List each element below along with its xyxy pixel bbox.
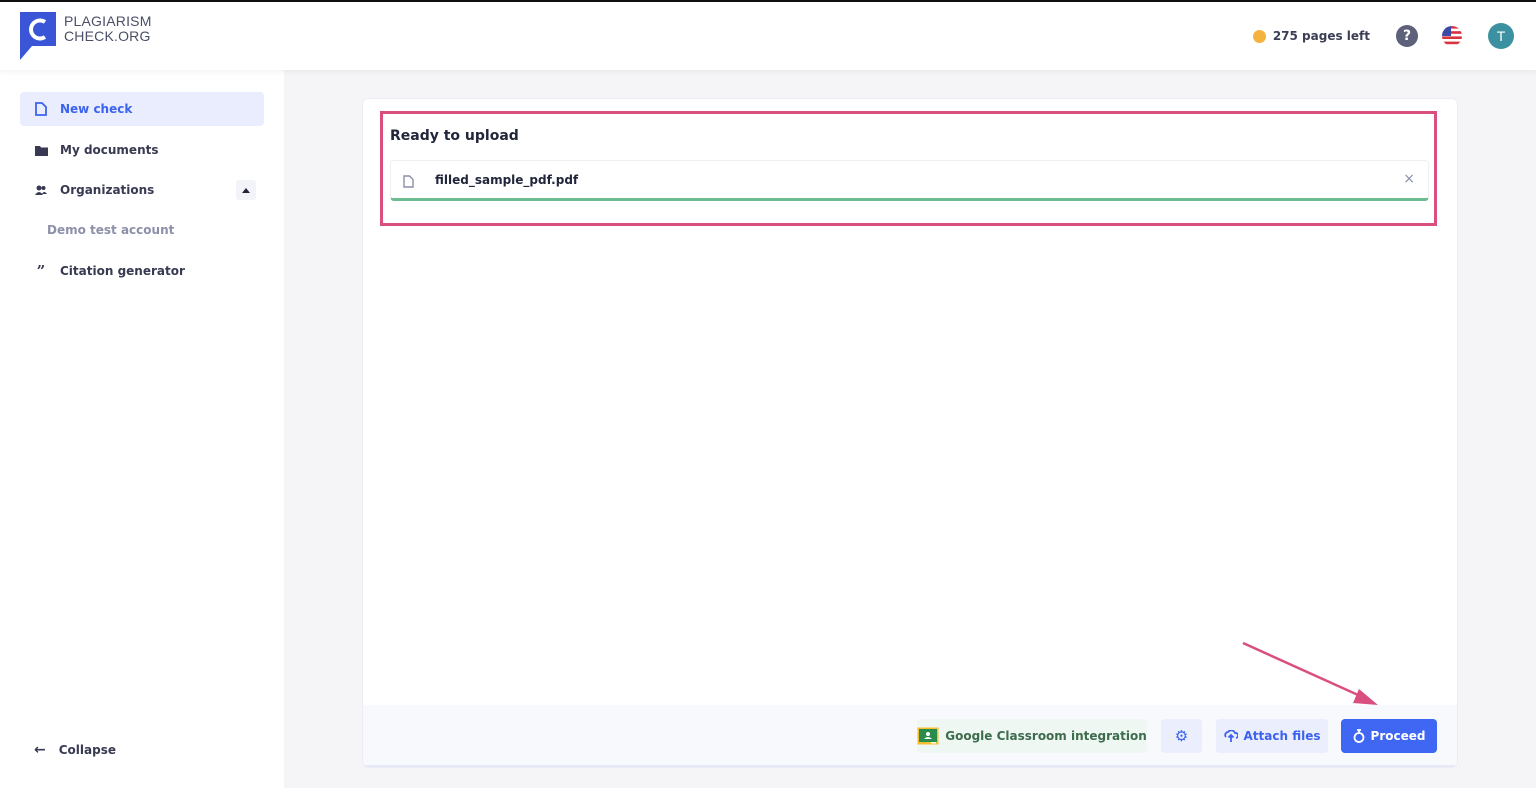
- collapse-label: Collapse: [58, 743, 116, 757]
- coin-icon: [1252, 29, 1266, 43]
- file-list-item: filled_sample_pdf.pdf ×: [390, 160, 1429, 201]
- caret-up-icon: [242, 187, 250, 193]
- sidebar-item-label: New check: [60, 102, 133, 116]
- collapse-organizations-button[interactable]: [236, 180, 256, 200]
- sidebar-subitem-demo-test-account[interactable]: Demo test account: [47, 223, 174, 237]
- attach-files-label: Attach files: [1243, 729, 1321, 743]
- ready-to-upload-title: Ready to upload: [390, 128, 519, 144]
- annotation-arrow: [1242, 641, 1378, 705]
- file-icon: [34, 102, 48, 116]
- google-classroom-icon: [917, 727, 939, 745]
- sidebar-item-organizations[interactable]: Organizations: [20, 173, 264, 207]
- cloud-upload-icon: [1223, 730, 1238, 742]
- sidebar-item-label: Organizations: [60, 183, 155, 197]
- file-icon: [403, 173, 414, 192]
- sidebar-item-citation-generator[interactable]: ” Citation generator: [20, 254, 264, 288]
- sidebar-item-label: Citation generator: [60, 264, 185, 278]
- proceed-button[interactable]: Proceed: [1341, 719, 1437, 753]
- file-name: filled_sample_pdf.pdf: [435, 173, 579, 187]
- us-flag-icon[interactable]: [1442, 26, 1462, 46]
- sidebar: New check My documents Organizations Dem…: [0, 70, 284, 788]
- close-icon[interactable]: ×: [1403, 171, 1415, 187]
- gear-icon: ⚙: [1174, 727, 1189, 745]
- google-classroom-label: Google Classroom integration: [945, 729, 1147, 743]
- logo-line1: PLAGIARISM: [64, 13, 152, 29]
- logo-text: PLAGIARISM CHECK.ORG: [64, 14, 152, 44]
- sidebar-item-new-check[interactable]: New check: [20, 92, 264, 126]
- google-classroom-integration-button[interactable]: Google Classroom integration: [917, 719, 1147, 753]
- attach-files-button[interactable]: Attach files: [1216, 719, 1328, 753]
- quote-icon: ”: [36, 262, 46, 280]
- question-circle-icon[interactable]: ?: [1396, 25, 1418, 47]
- pages-left-text: 275 pages left: [1272, 29, 1370, 43]
- arrow-left-icon: ←: [34, 742, 46, 758]
- folder-icon: [34, 143, 48, 157]
- proceed-label: Proceed: [1370, 729, 1426, 743]
- sidebar-item-label: My documents: [60, 143, 159, 157]
- settings-button[interactable]: ⚙: [1161, 719, 1202, 753]
- stopwatch-icon: [1353, 729, 1365, 743]
- sidebar-item-my-documents[interactable]: My documents: [20, 133, 264, 167]
- avatar[interactable]: T: [1488, 23, 1514, 49]
- collapse-sidebar-button[interactable]: ← Collapse: [34, 742, 116, 758]
- logo[interactable]: PLAGIARISM CHECK.ORG: [20, 12, 152, 60]
- logo-line2: CHECK.ORG: [64, 28, 151, 44]
- pages-left-indicator[interactable]: 275 pages left: [1252, 29, 1370, 43]
- users-icon: [34, 183, 48, 197]
- top-header: PLAGIARISM CHECK.ORG 275 pages left ? T: [0, 2, 1536, 70]
- logo-mark-icon: [20, 12, 56, 60]
